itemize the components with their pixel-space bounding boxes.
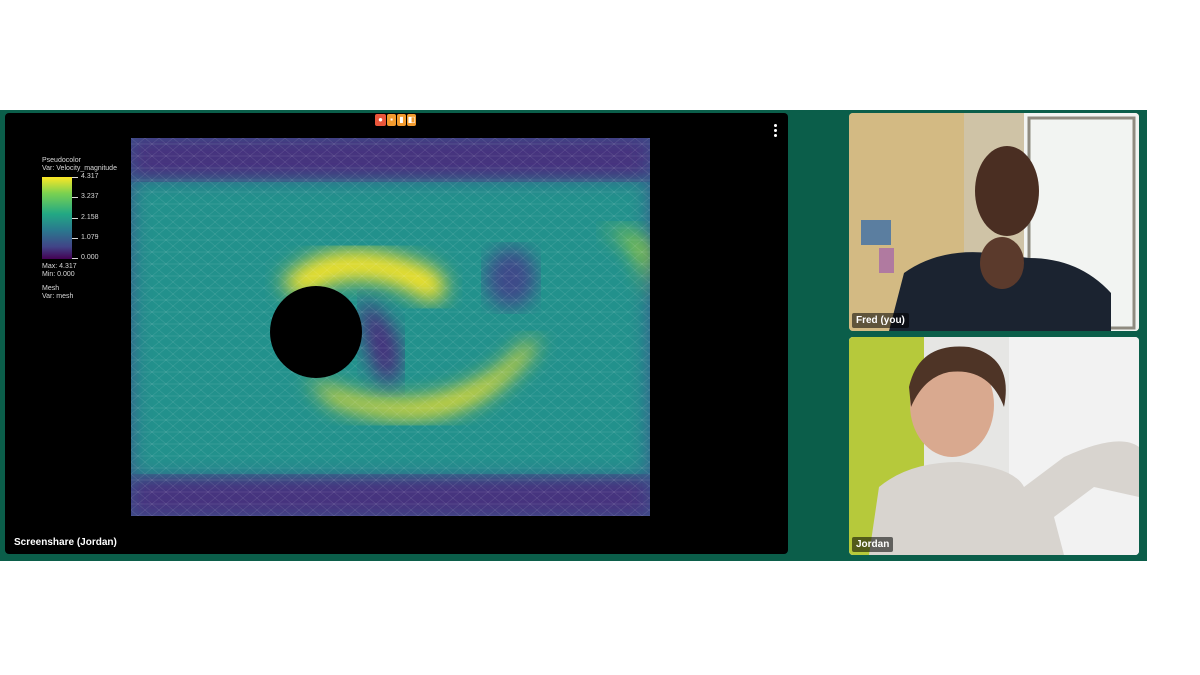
colorbar — [42, 177, 72, 259]
more-vertical-icon[interactable] — [772, 124, 778, 138]
legend-tick: 2.158 — [81, 214, 99, 221]
participant-video-fred — [849, 113, 1139, 331]
legend-min: Min: 0.000 — [42, 271, 75, 278]
meeting-stage: ● ▪ ▮ ◧ Pseudocolor Var: Velocity_magnit… — [0, 110, 1147, 561]
camera-icon[interactable]: ▪ — [387, 114, 396, 126]
velocity-field-plot — [131, 138, 650, 516]
mic-icon[interactable]: ▮ — [397, 114, 406, 126]
legend-tick-min: 0.000 — [81, 254, 99, 261]
legend-mesh: Mesh — [42, 285, 60, 292]
participant-name-jordan: Jordan — [852, 537, 894, 552]
share-toolbar: ● ▪ ▮ ◧ — [375, 114, 416, 127]
share-icon[interactable]: ◧ — [407, 114, 416, 126]
screenshare-label: Screenshare (Jordan) — [14, 537, 117, 548]
screenshare-tile[interactable]: ● ▪ ▮ ◧ Pseudocolor Var: Velocity_magnit… — [5, 113, 788, 554]
legend-title: Pseudocolor — [42, 157, 81, 164]
legend-var: Var: Velocity_magnitude — [42, 165, 117, 172]
cylinder-obstacle — [270, 286, 362, 378]
legend-max: Max: 4.317 — [42, 263, 77, 270]
legend-mesh-var: Var: mesh — [42, 293, 74, 300]
participant-name-fred: Fred (you) — [852, 313, 909, 328]
participant-video-jordan — [849, 337, 1139, 555]
participant-tile-jordan[interactable]: Jordan — [849, 337, 1139, 555]
participant-tile-fred[interactable]: Fred (you) — [849, 113, 1139, 331]
record-icon[interactable]: ● — [375, 114, 386, 126]
legend-tick: 1.079 — [81, 234, 99, 241]
legend-tick: 3.237 — [81, 193, 99, 200]
legend-tick-max: 4.317 — [81, 173, 99, 180]
